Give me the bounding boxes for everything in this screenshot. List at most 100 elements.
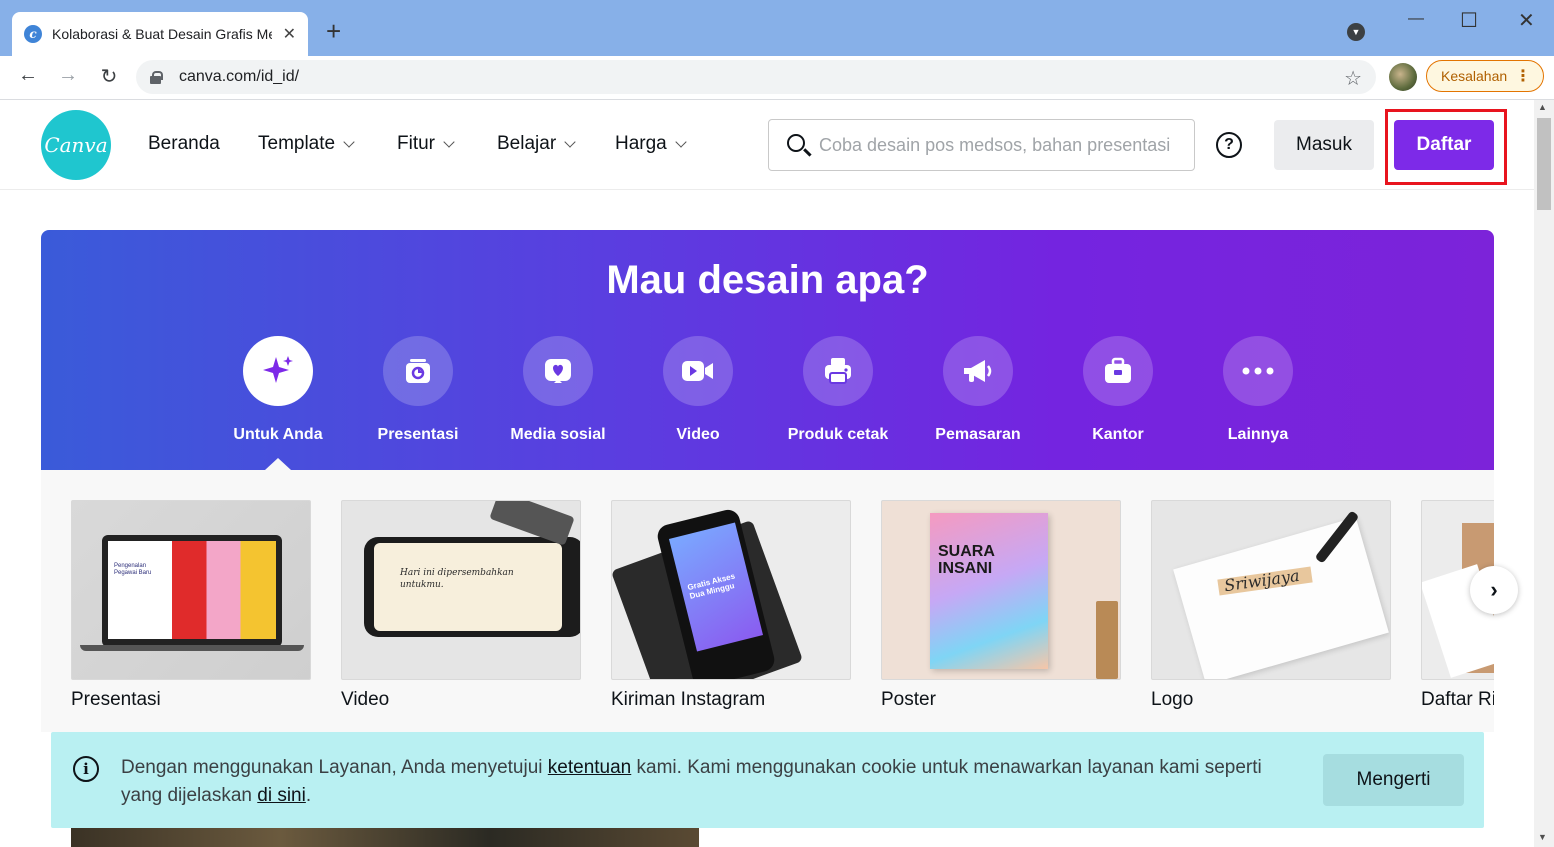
reload-icon[interactable]: ↻ — [95, 64, 123, 89]
hero-banner: Mau desain apa? Untuk Anda Presentasi Me… — [41, 230, 1494, 470]
cookie-text-1: Dengan menggunakan Layanan, Anda menyetu… — [121, 757, 548, 778]
search-input[interactable]: Coba desain pos medsos, bahan presentasi — [768, 119, 1195, 171]
cookie-text-3: . — [305, 785, 312, 806]
nav-label: Harga — [615, 133, 667, 154]
chevron-down-icon — [343, 136, 355, 148]
site-header: Canva Beranda Template Fitur Belajar Har… — [0, 100, 1534, 190]
hero-title: Mau desain apa? — [606, 258, 929, 302]
category-untuk-anda[interactable]: Untuk Anda — [208, 336, 348, 444]
briefcase-icon — [1083, 336, 1153, 406]
profile-error-label: Kesalahan — [1441, 68, 1508, 84]
close-tab-icon[interactable]: ✕ — [283, 24, 296, 44]
category-label: Kantor — [1092, 426, 1144, 443]
category-video[interactable]: Video — [628, 336, 768, 444]
template-card-presentasi[interactable]: Pengenalan Pegawai Baru Presentasi — [71, 500, 311, 711]
card-thumb-text: Hari ini dipersembahkan untukmu. — [400, 568, 514, 590]
signup-highlight-box — [1385, 109, 1507, 185]
template-carousel: Pengenalan Pegawai Baru Presentasi Hari … — [41, 470, 1494, 732]
new-tab-icon[interactable]: + — [326, 18, 341, 44]
category-pemasaran[interactable]: Pemasaran — [908, 336, 1048, 444]
kebab-icon[interactable]: ⋮ — [1515, 66, 1531, 86]
category-label: Untuk Anda — [233, 426, 323, 443]
nav-fitur[interactable]: Fitur — [397, 133, 455, 155]
nav-label: Template — [258, 133, 336, 154]
url-text[interactable]: canva.com/id_id/ — [179, 68, 299, 86]
address-bar[interactable]: canva.com/id_id/ ☆ — [136, 60, 1376, 94]
search-icon — [787, 134, 805, 152]
card-thumbnail[interactable]: Hari ini dipersembahkan untukmu. — [341, 500, 581, 680]
login-button[interactable]: Masuk — [1274, 120, 1374, 170]
card-label: Poster — [881, 689, 936, 710]
nav-belajar[interactable]: Belajar — [497, 133, 576, 155]
category-presentasi[interactable]: Presentasi — [348, 336, 488, 444]
scroll-up-icon[interactable]: ▲ — [1538, 102, 1547, 112]
printer-icon — [803, 336, 873, 406]
template-card-poster[interactable]: SUARA INSANI Poster — [881, 500, 1121, 711]
lock-icon[interactable] — [150, 71, 163, 84]
card-thumb-text: SUARA INSANI — [938, 543, 995, 577]
browser-tab-strip: c Kolaborasi & Buat Desain Grafis Menari… — [0, 0, 1554, 56]
category-produk-cetak[interactable]: Produk cetak — [768, 336, 908, 444]
template-card-video[interactable]: Hari ini dipersembahkan untukmu. Video — [341, 500, 581, 711]
profile-avatar[interactable] — [1389, 63, 1417, 91]
card-label: Video — [341, 689, 390, 710]
active-category-caret — [265, 458, 291, 470]
category-media-sosial[interactable]: Media sosial — [488, 336, 628, 444]
star-icon[interactable]: ☆ — [1344, 66, 1362, 91]
scroll-down-icon[interactable]: ▼ — [1538, 832, 1547, 842]
presentation-icon — [383, 336, 453, 406]
minimize-icon[interactable]: — — [1408, 10, 1424, 28]
more-icon — [1223, 336, 1293, 406]
profile-error-button[interactable]: Kesalahan ⋮ — [1426, 60, 1544, 92]
nav-label: Belajar — [497, 133, 557, 154]
heart-icon — [523, 336, 593, 406]
canva-favicon-icon: c — [24, 25, 42, 43]
cookie-message: Dengan menggunakan Layanan, Anda menyetu… — [121, 754, 1291, 810]
category-label: Pemasaran — [935, 426, 1021, 443]
category-label: Video — [676, 426, 720, 443]
scrollbar-thumb[interactable] — [1537, 118, 1551, 210]
info-icon: i — [73, 756, 99, 782]
carousel-next-button[interactable]: › — [1470, 566, 1518, 614]
nav-harga[interactable]: Harga — [615, 133, 687, 155]
chevron-down-icon — [443, 136, 455, 148]
video-camera-icon — [663, 336, 733, 406]
category-label: Presentasi — [377, 426, 459, 443]
forward-icon[interactable]: → — [54, 64, 82, 87]
chevron-right-icon: › — [1490, 577, 1498, 602]
category-label: Produk cetak — [787, 426, 889, 443]
card-thumb-text: Pengenalan Pegawai Baru — [114, 563, 152, 576]
terms-link[interactable]: ketentuan — [548, 757, 631, 778]
card-thumbnail[interactable]: Gratis Akses Dua Minggu — [611, 500, 851, 680]
card-label: Presentasi — [71, 689, 161, 710]
scrollbar[interactable] — [1534, 100, 1554, 847]
cookie-banner: i Dengan menggunakan Layanan, Anda menye… — [51, 732, 1484, 828]
category-label: Lainnya — [1227, 426, 1289, 443]
details-link[interactable]: di sini — [257, 785, 306, 806]
card-thumbnail[interactable]: SUARA INSANI — [881, 500, 1121, 680]
card-thumbnail[interactable]: Sriwijaya — [1151, 500, 1391, 680]
tab-search-icon[interactable]: ▼ — [1347, 23, 1365, 41]
content-image-preview — [71, 828, 699, 847]
template-card-logo[interactable]: Sriwijaya Logo — [1151, 500, 1391, 711]
card-thumbnail[interactable]: Pengenalan Pegawai Baru — [71, 500, 311, 680]
maximize-icon[interactable]: ☐ — [1460, 8, 1478, 33]
canva-logo[interactable]: Canva — [41, 110, 111, 180]
sparkle-icon — [243, 336, 313, 406]
nav-label: Fitur — [397, 133, 435, 154]
help-icon[interactable]: ? — [1216, 132, 1242, 158]
close-window-icon[interactable]: ✕ — [1518, 8, 1535, 33]
back-icon[interactable]: ← — [14, 64, 42, 87]
nav-template[interactable]: Template — [258, 133, 355, 155]
browser-tab[interactable]: c Kolaborasi & Buat Desain Grafis Menari… — [12, 12, 308, 56]
browser-toolbar: ← → ↻ canva.com/id_id/ ☆ — [0, 56, 1554, 100]
template-card-kiriman-instagram[interactable]: Gratis Akses Dua Minggu Kiriman Instagra… — [611, 500, 851, 711]
tab-title: Kolaborasi & Buat Desain Grafis Menarik — [52, 26, 272, 42]
chevron-down-icon — [675, 136, 687, 148]
category-kantor[interactable]: Kantor — [1048, 336, 1188, 444]
nav-beranda[interactable]: Beranda — [148, 133, 220, 155]
card-label: Logo — [1151, 689, 1194, 710]
accept-cookie-button[interactable]: Mengerti — [1323, 754, 1464, 806]
search-placeholder: Coba desain pos medsos, bahan presentasi — [819, 134, 1171, 155]
category-lainnya[interactable]: Lainnya — [1188, 336, 1328, 444]
